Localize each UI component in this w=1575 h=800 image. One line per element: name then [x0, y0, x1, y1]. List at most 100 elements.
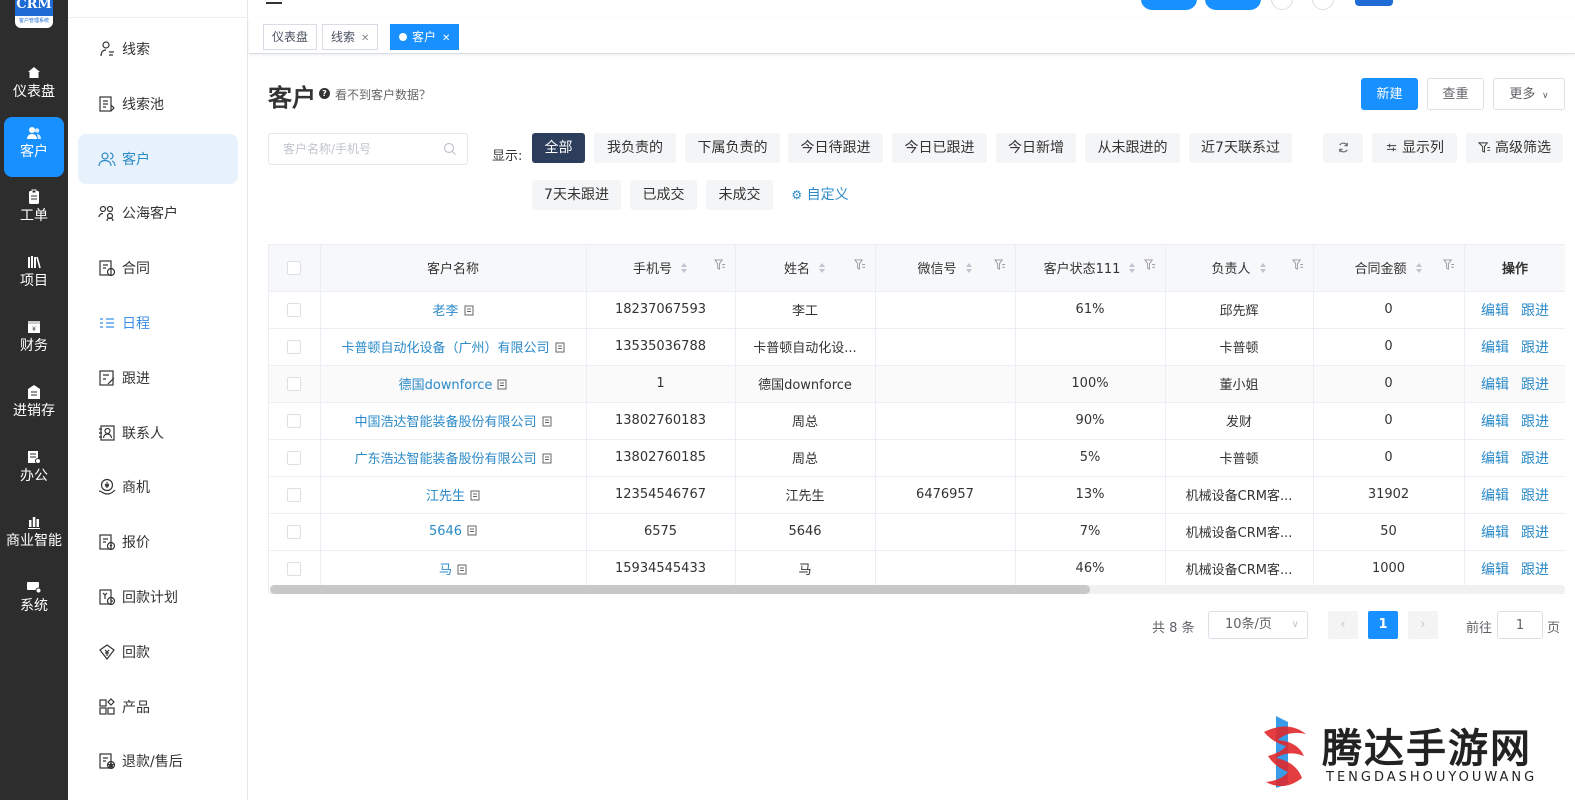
copy-icon[interactable]	[457, 564, 467, 575]
rail-item-2[interactable]: 工单	[4, 181, 64, 241]
filter-chip[interactable]: 今日已跟进	[892, 133, 987, 163]
follow-up-link[interactable]: 跟进	[1521, 451, 1549, 467]
next-page-button[interactable]: ›	[1408, 611, 1438, 639]
copy-icon[interactable]	[542, 416, 552, 427]
crm-logo[interactable]: CRM 客户管理系统	[15, 0, 53, 28]
search-icon[interactable]	[443, 142, 457, 156]
customer-name-link[interactable]: 卡普顿自动化设备（广州）有限公司	[341, 341, 549, 356]
filter-chip[interactable]: 我负责的	[594, 133, 676, 163]
customer-name-link[interactable]: 德国downforce	[399, 378, 493, 393]
prev-page-button[interactable]: ‹	[1328, 611, 1358, 639]
page-size-select[interactable]: 10条/页 ∨	[1208, 611, 1308, 639]
menu-item-11[interactable]: 回款	[78, 627, 238, 677]
horizontal-scrollbar[interactable]	[270, 585, 1565, 594]
follow-up-link[interactable]: 跟进	[1521, 377, 1549, 393]
edit-link[interactable]: 编辑	[1481, 488, 1509, 504]
page-number-button[interactable]: 1	[1368, 611, 1398, 639]
filter-chip[interactable]: 7天未跟进	[532, 180, 621, 210]
menu-item-12[interactable]: 产品	[78, 682, 238, 732]
copy-icon[interactable]	[467, 525, 477, 536]
custom-filter-button[interactable]: ⚙ 自定义	[788, 180, 852, 210]
sort-icon[interactable]	[1259, 262, 1267, 274]
customer-name-link[interactable]: 中国浩达智能装备股份有限公司	[354, 415, 536, 430]
row-checkbox[interactable]	[287, 302, 302, 317]
filter-chip[interactable]: 从未跟进的	[1085, 133, 1180, 163]
menu-item-1[interactable]: 线索池	[78, 79, 238, 129]
follow-up-link[interactable]: 跟进	[1521, 303, 1549, 319]
follow-up-link[interactable]: 跟进	[1521, 414, 1549, 430]
menu-item-7[interactable]: 联系人	[78, 408, 238, 458]
rail-item-5[interactable]: 进销存	[4, 376, 64, 436]
advanced-filter-button[interactable]: 高级筛选	[1466, 133, 1563, 163]
row-checkbox[interactable]	[287, 376, 302, 391]
follow-up-link[interactable]: 跟进	[1521, 488, 1549, 504]
column-filter-icon[interactable]	[853, 259, 865, 271]
header-fullscreen-icon[interactable]	[1312, 0, 1334, 10]
filter-chip[interactable]: 今日待跟进	[788, 133, 883, 163]
sort-icon[interactable]	[818, 262, 826, 274]
filter-chip[interactable]: 已成交	[630, 180, 697, 210]
scrollbar-thumb[interactable]	[270, 585, 1090, 594]
rail-item-8[interactable]: 系统	[4, 571, 64, 631]
rail-item-6[interactable]: 办公	[4, 441, 64, 501]
menu-item-9[interactable]: 报价	[78, 517, 238, 567]
header-notification-icon[interactable]	[1271, 0, 1293, 10]
row-checkbox[interactable]	[287, 561, 302, 576]
filter-chip[interactable]: 今日新增	[996, 133, 1076, 163]
column-filter-icon[interactable]	[1442, 259, 1454, 271]
rail-item-7[interactable]: 商业智能	[4, 506, 64, 566]
search-input[interactable]	[283, 142, 443, 156]
customer-name-link[interactable]: 马	[439, 563, 452, 578]
menu-item-6[interactable]: 跟进	[78, 353, 238, 403]
column-filter-icon[interactable]	[713, 259, 725, 271]
menu-item-5[interactable]: 日程	[78, 298, 238, 348]
filter-chip[interactable]: 下属负责的	[685, 133, 780, 163]
sort-icon[interactable]	[1128, 262, 1136, 274]
header-button-2[interactable]	[1205, 0, 1261, 10]
column-filter-icon[interactable]	[993, 259, 1005, 271]
row-checkbox[interactable]	[287, 487, 302, 502]
edit-link[interactable]: 编辑	[1481, 525, 1509, 541]
menu-item-2[interactable]: 客户	[78, 133, 238, 184]
row-checkbox[interactable]	[287, 524, 302, 539]
question-icon[interactable]: ?	[319, 88, 330, 99]
customer-name-link[interactable]: 5646	[429, 524, 462, 539]
customer-name-link[interactable]: 广东浩达智能装备股份有限公司	[354, 452, 536, 467]
copy-icon[interactable]	[470, 490, 480, 501]
column-filter-icon[interactable]	[1143, 259, 1155, 271]
follow-up-link[interactable]: 跟进	[1521, 525, 1549, 541]
sort-icon[interactable]	[1415, 262, 1423, 274]
select-all-checkbox[interactable]	[287, 260, 302, 275]
rail-item-0[interactable]: 仪表盘	[4, 57, 64, 117]
copy-icon[interactable]	[555, 342, 565, 353]
edit-link[interactable]: 编辑	[1481, 451, 1509, 467]
close-icon[interactable]: ✕	[442, 33, 450, 44]
edit-link[interactable]: 编辑	[1481, 562, 1509, 578]
rail-item-1[interactable]: 客户	[4, 117, 64, 177]
tab-leads[interactable]: 线索 ✕	[322, 24, 379, 50]
sort-icon[interactable]	[965, 262, 973, 274]
tab-customers[interactable]: 客户 ✕	[390, 24, 460, 50]
filter-chip[interactable]: 全部	[532, 133, 585, 163]
menu-item-4[interactable]: 合同	[78, 243, 238, 293]
refresh-button[interactable]	[1323, 133, 1363, 163]
more-dropdown[interactable]: 更多 ∨	[1493, 78, 1565, 110]
help-link[interactable]: 看不到客户数据？	[335, 86, 431, 103]
new-button[interactable]: 新建	[1361, 78, 1418, 110]
header-button-1[interactable]	[1141, 0, 1197, 10]
filter-chip[interactable]: 未成交	[706, 180, 773, 210]
row-checkbox[interactable]	[287, 339, 302, 354]
menu-item-10[interactable]: 回款计划	[78, 572, 238, 622]
rail-item-4[interactable]: ¥ 财务	[4, 311, 64, 371]
row-checkbox[interactable]	[287, 413, 302, 428]
edit-link[interactable]: 编辑	[1481, 303, 1509, 319]
rail-item-3[interactable]: 项目	[4, 246, 64, 306]
columns-button[interactable]: 显示列	[1372, 133, 1457, 163]
copy-icon[interactable]	[464, 305, 474, 316]
sort-icon[interactable]	[680, 262, 688, 274]
edit-link[interactable]: 编辑	[1481, 414, 1509, 430]
menu-item-3[interactable]: 公海客户	[78, 188, 238, 238]
dedupe-button[interactable]: 查重	[1427, 78, 1484, 110]
copy-icon[interactable]	[497, 379, 507, 390]
customer-name-link[interactable]: 江先生	[426, 489, 465, 504]
